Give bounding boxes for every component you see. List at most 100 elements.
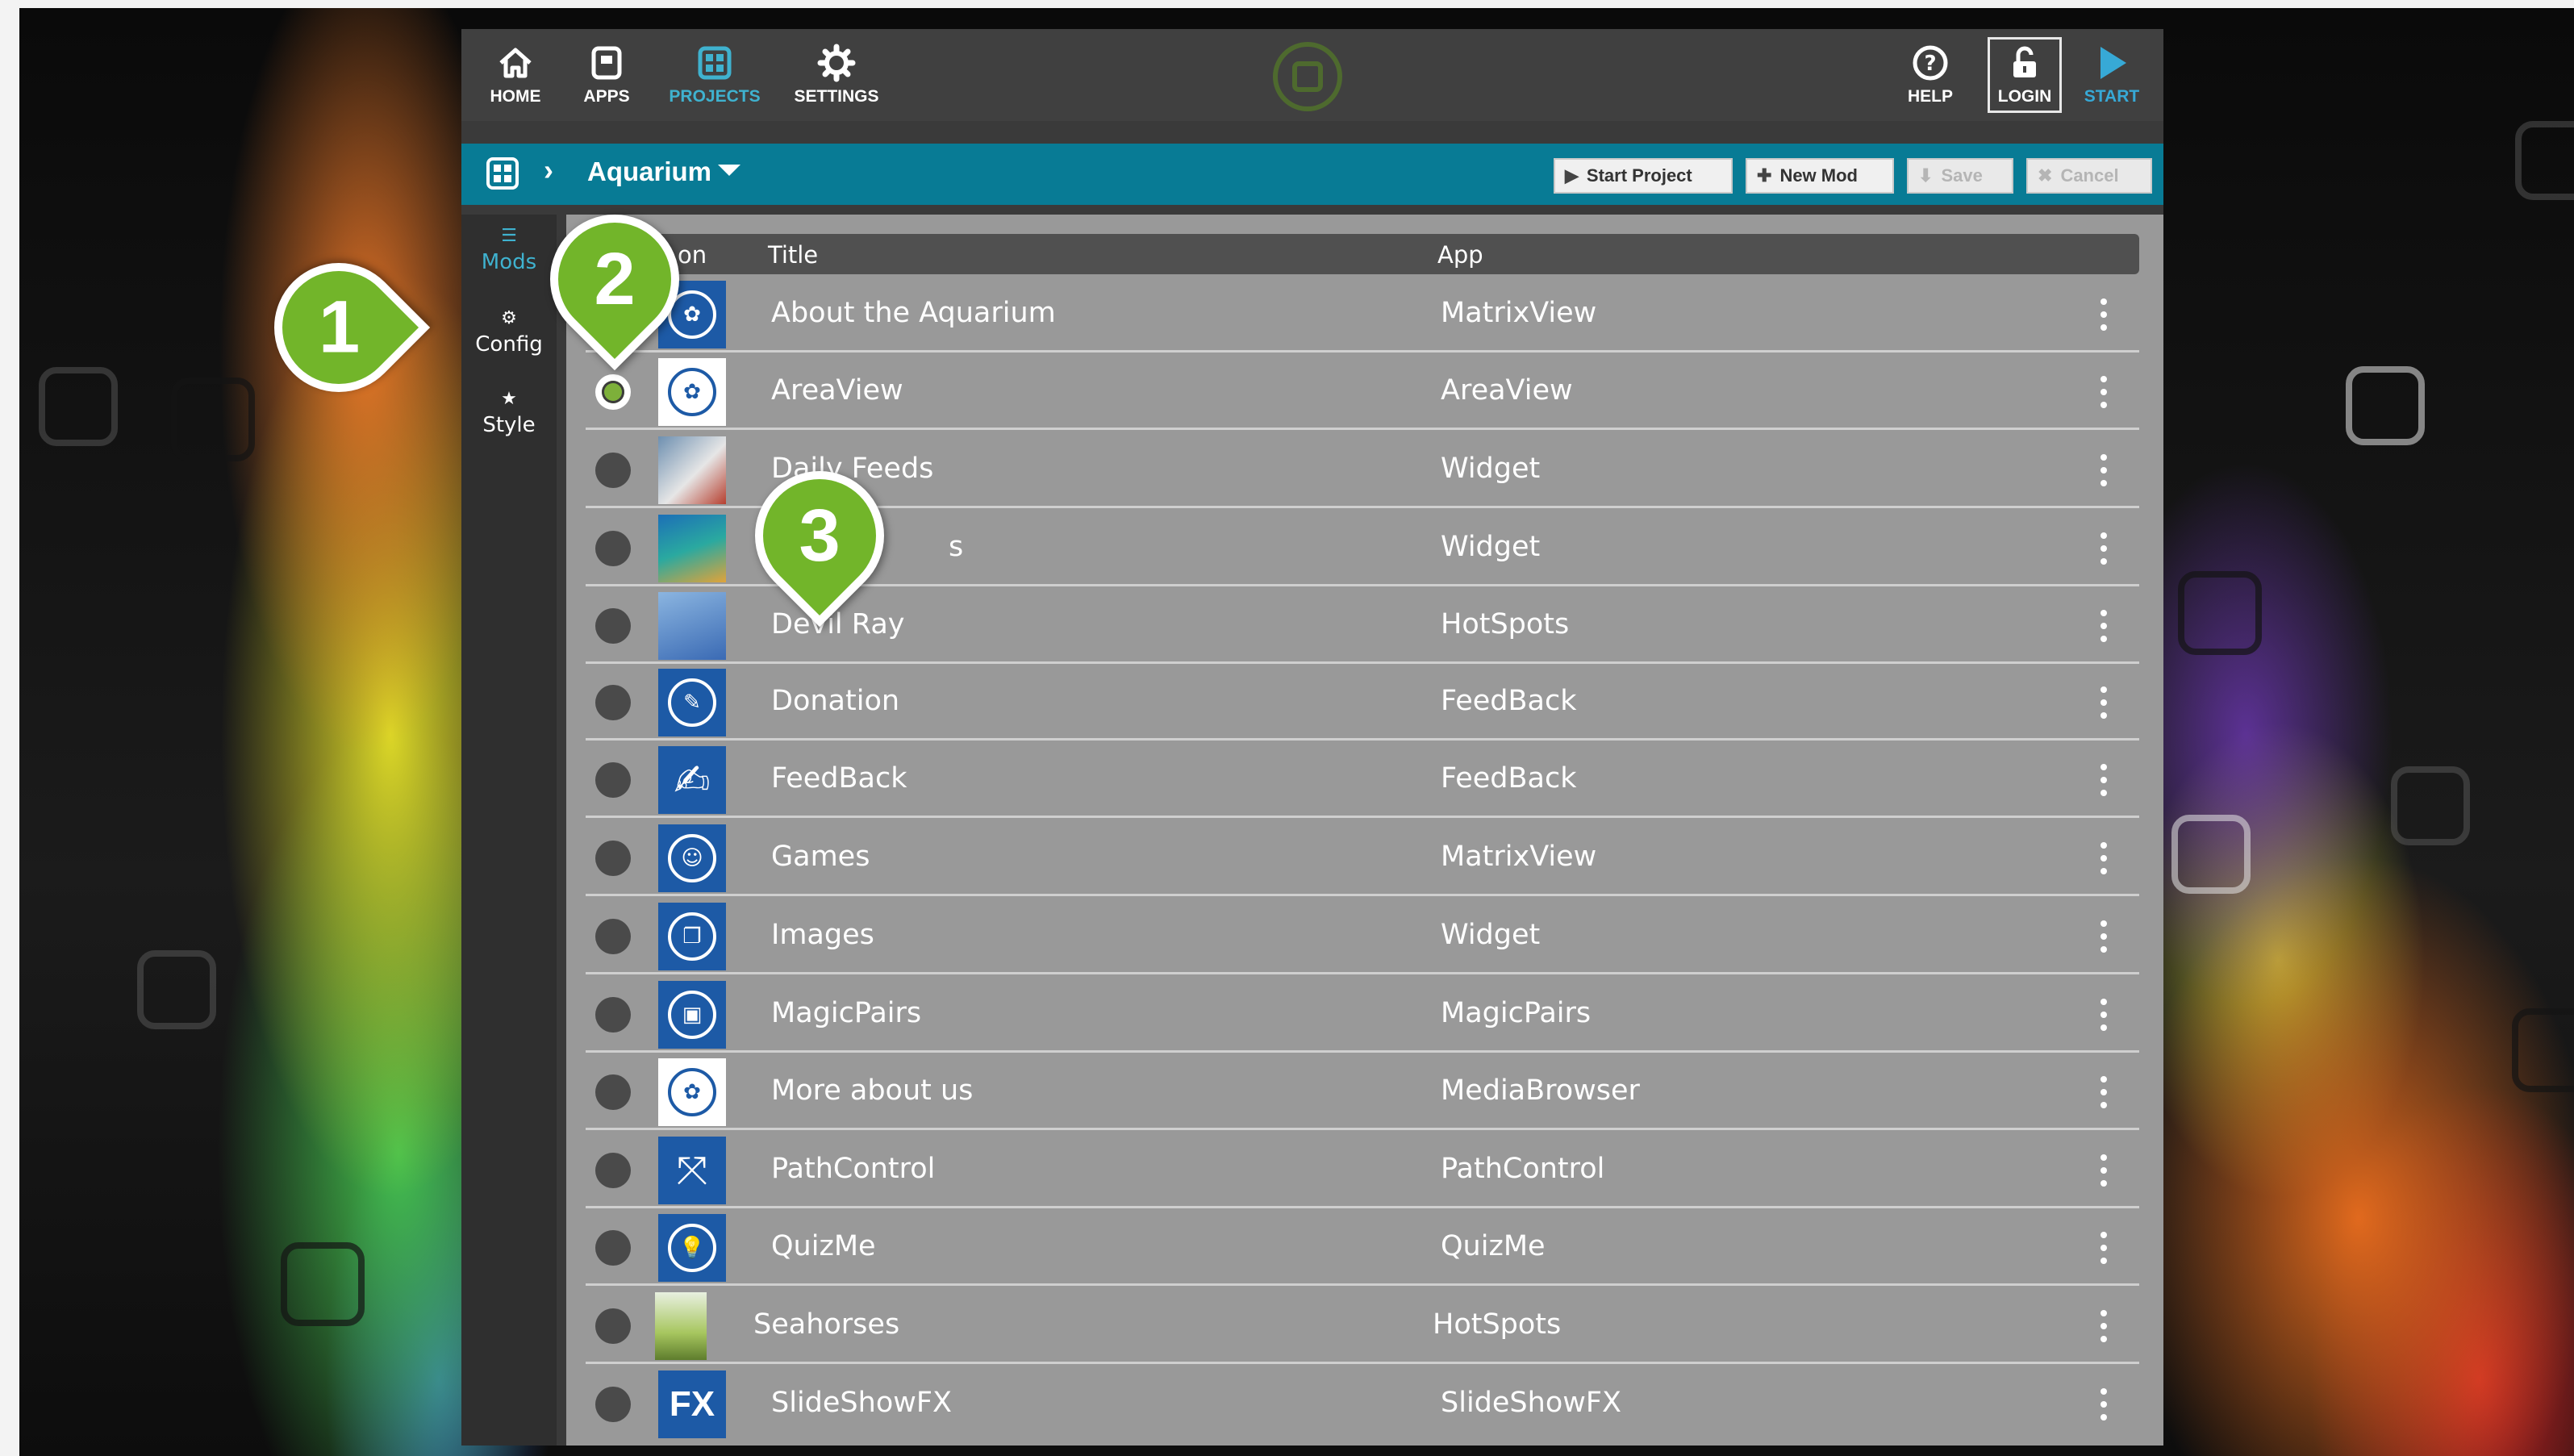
table-row[interactable]: ✿ About the Aquarium MatrixView (586, 276, 2139, 353)
row-radio[interactable] (595, 608, 631, 644)
row-title: Games (771, 841, 870, 873)
decor-tile (2391, 766, 2470, 845)
row-app: Widget (1441, 919, 1541, 951)
row-radio[interactable] (595, 1387, 631, 1422)
row-menu-icon[interactable] (2101, 1388, 2107, 1421)
row-radio[interactable] (595, 919, 631, 954)
nav-apps-label: APPS (583, 87, 630, 106)
caret-down-icon[interactable] (718, 165, 740, 176)
column-header-title[interactable]: Title (768, 241, 818, 269)
row-radio[interactable] (595, 685, 631, 720)
cancel-button[interactable]: ✖ Cancel (2026, 158, 2152, 194)
table-row[interactable]: ▣ MagicPairs MagicPairs (586, 976, 2139, 1053)
gear-icon (817, 44, 856, 82)
row-title: Donation (771, 685, 900, 717)
table-row[interactable]: ✍ FeedBack FeedBack (586, 741, 2139, 818)
row-menu-icon[interactable] (2101, 764, 2107, 796)
row-menu-icon[interactable] (2101, 610, 2107, 642)
apps-icon (591, 46, 622, 80)
table-row[interactable]: Seahorses HotSpots (586, 1287, 2139, 1364)
table-row[interactable]: ✿ AreaView AreaView (586, 353, 2139, 430)
sidebar-item-style[interactable]: ★ Style (461, 390, 557, 438)
row-radio[interactable] (595, 1308, 631, 1344)
svg-text:?: ? (1924, 52, 1936, 76)
table-row[interactable]: ✿ More about us MediaBrowser (586, 1053, 2139, 1130)
project-grid-icon[interactable] (486, 156, 519, 190)
save-button[interactable]: ⬇ Save (1907, 158, 2013, 194)
nav-home-button[interactable]: HOME (476, 29, 555, 121)
table-row[interactable]: ❐ Images Widget (586, 898, 2139, 974)
save-label: Save (1941, 165, 1983, 186)
nav-login-button[interactable]: LOGIN (1988, 37, 2062, 113)
row-radio[interactable] (595, 1153, 631, 1188)
row-menu-icon[interactable] (2101, 298, 2107, 331)
nav-start-button[interactable]: START (2080, 29, 2144, 121)
mod-thumbnail: ✿ (658, 1058, 726, 1126)
table-header: on Title App (582, 234, 2139, 274)
mod-thumbnail: ☺ (658, 824, 726, 892)
new-mod-label: New Mod (1779, 165, 1858, 186)
mod-thumbnail: ❐ (658, 903, 726, 970)
play-icon (2101, 47, 2126, 79)
row-menu-icon[interactable] (2101, 1076, 2107, 1108)
mod-thumbnail (658, 515, 726, 582)
aquarium-logo-icon: ✿ (668, 368, 716, 416)
home-icon (499, 48, 532, 78)
row-radio[interactable] (595, 1074, 631, 1110)
help-icon: ? (1913, 45, 1948, 81)
path-icon: ⤧ (676, 1147, 708, 1193)
nav-help-button[interactable]: ? HELP (1902, 29, 1959, 121)
row-radio[interactable] (595, 841, 631, 876)
table-row[interactable]: 💡 QuizMe QuizMe (586, 1209, 2139, 1286)
games-icon: ☺ (668, 834, 716, 882)
row-app: MatrixView (1441, 297, 1597, 329)
row-radio[interactable] (595, 762, 631, 798)
row-menu-icon[interactable] (2101, 1310, 2107, 1342)
project-selector[interactable]: Aquarium (587, 156, 711, 187)
row-radio[interactable] (595, 453, 631, 488)
row-app: HotSpots (1433, 1308, 1562, 1341)
row-app: PathControl (1441, 1153, 1605, 1185)
row-menu-icon[interactable] (2101, 842, 2107, 874)
decor-tile (171, 378, 255, 461)
row-menu-icon[interactable] (2101, 920, 2107, 953)
row-title: SlideShowFX (771, 1387, 952, 1419)
sidebar-item-config[interactable]: ⚙ Config (461, 310, 557, 357)
row-menu-icon[interactable] (2101, 454, 2107, 486)
table-row[interactable]: ☺ Games MatrixView (586, 820, 2139, 896)
row-radio[interactable] (595, 531, 631, 566)
column-header-app[interactable]: App (1437, 241, 1483, 269)
table-row[interactable]: ✎ Donation FeedBack (586, 664, 2139, 741)
mod-thumbnail: ✿ (658, 358, 726, 426)
close-icon: ✖ (2038, 165, 2053, 186)
column-header-on[interactable]: on (678, 241, 707, 269)
plus-icon: ✚ (1757, 165, 1772, 186)
row-radio[interactable] (595, 374, 631, 410)
top-nav-bar: HOME APPS PROJECTS SETTINGS ? HELP LOGIN… (461, 29, 2163, 121)
row-radio[interactable] (595, 997, 631, 1033)
row-menu-icon[interactable] (2101, 999, 2107, 1031)
new-mod-button[interactable]: ✚ New Mod (1746, 158, 1894, 194)
row-menu-icon[interactable] (2101, 1232, 2107, 1264)
nav-projects-label: PROJECTS (669, 87, 761, 106)
row-menu-icon[interactable] (2101, 1154, 2107, 1187)
row-menu-icon[interactable] (2101, 532, 2107, 565)
lightbulb-icon: 💡 (668, 1224, 716, 1272)
row-menu-icon[interactable] (2101, 376, 2107, 408)
images-icon: ❐ (668, 912, 716, 961)
nav-apps-button[interactable]: APPS (574, 29, 639, 121)
mod-thumbnail (658, 436, 726, 504)
nav-settings-button[interactable]: SETTINGS (784, 29, 889, 121)
row-app: SlideShowFX (1441, 1387, 1621, 1419)
start-project-button[interactable]: ▶ Start Project (1554, 158, 1733, 194)
sidebar-item-mods[interactable]: ☰ Mods (461, 227, 557, 275)
nav-projects-button[interactable]: PROJECTS (666, 29, 763, 121)
mod-thumbnail: 💡 (658, 1214, 726, 1282)
sidebar-item-label: Mods (481, 250, 537, 274)
decor-tile (281, 1242, 365, 1326)
row-radio[interactable] (595, 1230, 631, 1266)
table-row[interactable]: FX SlideShowFX SlideShowFX (586, 1366, 2139, 1442)
table-row[interactable]: ⤧ PathControl PathControl (586, 1132, 2139, 1208)
row-app: MagicPairs (1441, 997, 1592, 1029)
row-menu-icon[interactable] (2101, 686, 2107, 719)
